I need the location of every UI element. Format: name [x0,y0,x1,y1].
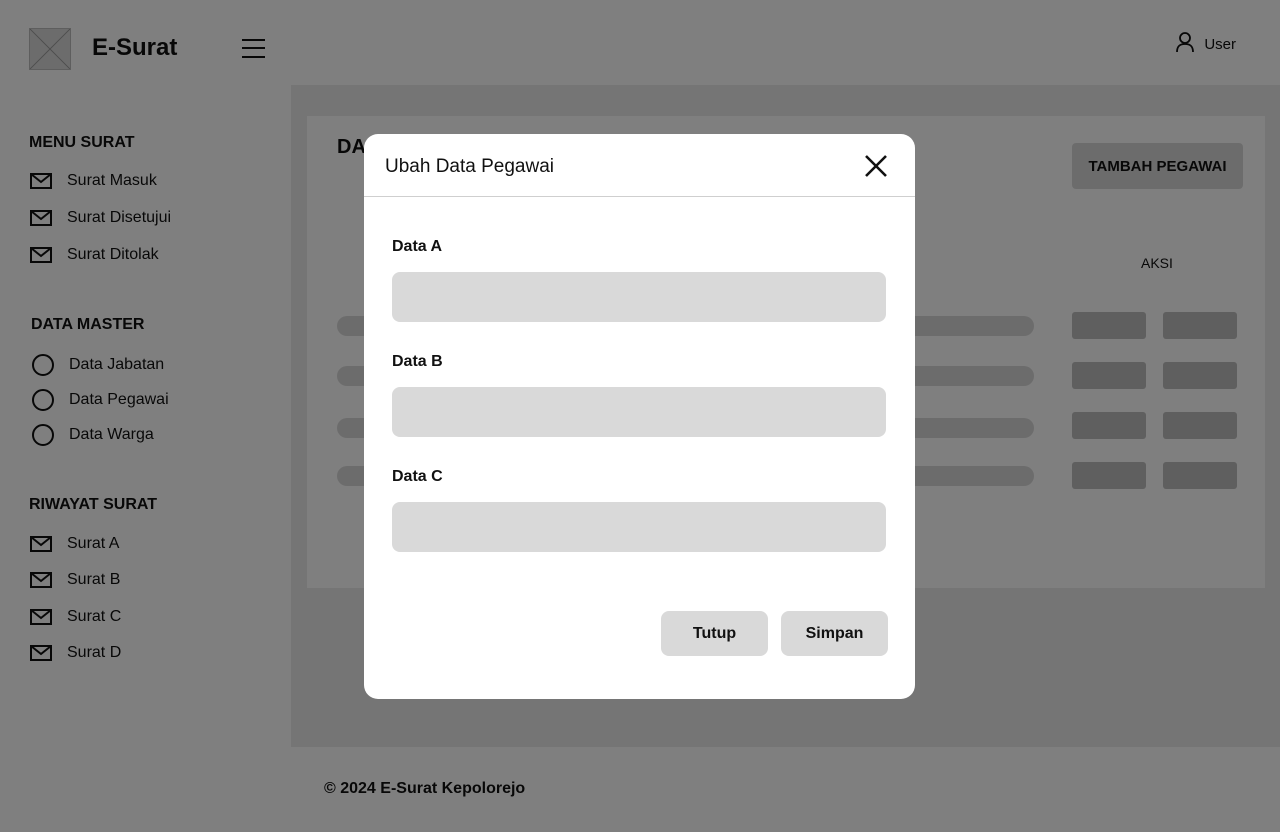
field-label-data-c: Data C [392,468,443,485]
field-label-data-a: Data A [392,238,443,255]
close-button[interactable]: Tutup [661,611,768,656]
data-a-input[interactable] [392,272,886,322]
edit-employee-modal: Ubah Data Pegawai Data A Data B Data C T… [364,134,915,699]
save-button[interactable]: Simpan [781,611,888,656]
modal-title: Ubah Data Pegawai [385,156,554,177]
data-c-input[interactable] [392,502,886,552]
field-label-data-b: Data B [392,353,443,370]
modal-divider [364,196,915,197]
close-icon[interactable] [862,152,890,180]
data-b-input[interactable] [392,387,886,437]
